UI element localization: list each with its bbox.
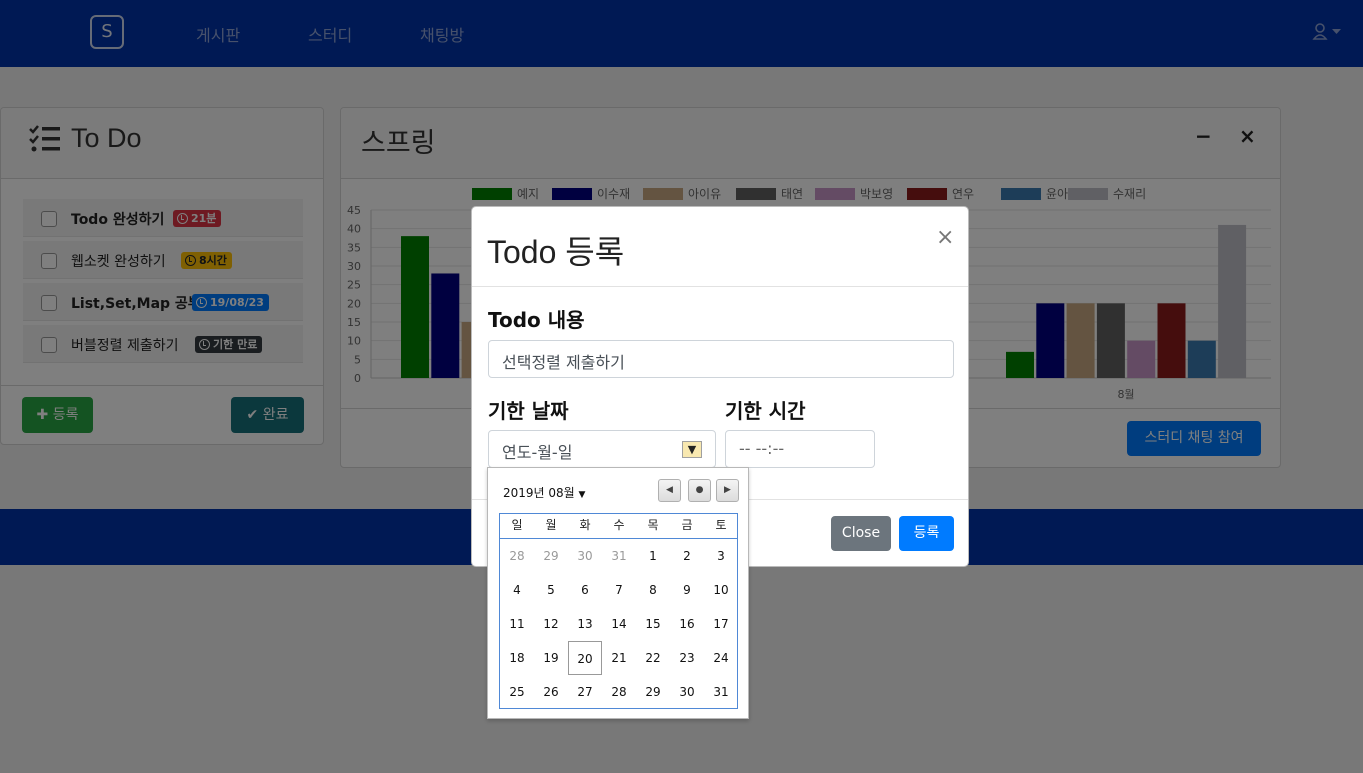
calendar-day[interactable]: 19 [534,641,568,675]
calendar-day[interactable]: 8 [636,573,670,607]
due-date-input[interactable]: 연도-월-일 ▼ [488,430,716,468]
calendar-weekday: 수 [613,518,625,532]
calendar-weekday: 토 [715,518,727,532]
calendar-weekday: 금 [681,518,693,532]
calendar-day[interactable]: 2 [670,539,704,573]
today-button[interactable]: ● [688,479,711,502]
calendar-day[interactable]: 7 [602,573,636,607]
date-dropdown-icon[interactable]: ▼ [682,441,702,458]
calendar-weekday: 월 [545,518,557,532]
due-time-label: 기한 시간 [725,399,806,423]
calendar-day[interactable]: 5 [534,573,568,607]
calendar-day[interactable]: 1 [636,539,670,573]
calendar-day[interactable]: 31 [704,675,738,709]
todo-content-input[interactable]: 선택정렬 제출하기 [488,340,954,378]
calendar-day[interactable]: 29 [636,675,670,709]
modal-submit-button[interactable]: 등록 [899,516,954,551]
calendar-day[interactable]: 29 [534,539,568,573]
calendar-day[interactable]: 25 [500,675,534,709]
calendar-day[interactable]: 28 [500,539,534,573]
calendar-day[interactable]: 10 [704,573,738,607]
calendar-day[interactable]: 12 [534,607,568,641]
calendar-day[interactable]: 30 [670,675,704,709]
calendar-day[interactable]: 30 [568,539,602,573]
calendar-day[interactable]: 31 [602,539,636,573]
modal-header: Todo 등록 × [472,207,968,287]
modal-close-icon[interactable]: × [936,225,954,250]
todo-content-label: Todo 내용 [488,308,585,332]
calendar-day[interactable]: 18 [500,641,534,675]
calendar-day[interactable]: 13 [568,607,602,641]
calendar-weekday: 일 [511,518,523,532]
calendar-day[interactable]: 22 [636,641,670,675]
due-date-label: 기한 날짜 [488,399,569,423]
calendar-day[interactable]: 3 [704,539,738,573]
caret-down-icon: ▼ [578,490,586,500]
calendar-day[interactable]: 24 [704,641,738,675]
prev-month-button[interactable]: ◀ [658,479,681,502]
calendar-day[interactable]: 14 [602,607,636,641]
calendar-day[interactable]: 20 [568,641,602,675]
calendar-day[interactable]: 6 [568,573,602,607]
calendar-day[interactable]: 4 [500,573,534,607]
calendar-weekday: 화 [579,518,591,532]
calendar-month-select[interactable]: 2019년 08월 ▼ [503,484,585,501]
date-picker-calendar: 2019년 08월 ▼ ◀ ● ▶ 일 월 화 수 목 금 토 28 29 30 31 1 2 3 4 5 6 7… [487,467,749,719]
calendar-day[interactable]: 21 [602,641,636,675]
due-time-input[interactable]: -- --:-- [725,430,875,468]
calendar-weekday: 목 [647,518,659,532]
calendar-day[interactable]: 17 [704,607,738,641]
calendar-day[interactable]: 23 [670,641,704,675]
calendar-day[interactable]: 28 [602,675,636,709]
calendar-day[interactable]: 15 [636,607,670,641]
calendar-day[interactable]: 9 [670,573,704,607]
calendar-day[interactable]: 26 [534,675,568,709]
calendar-grid: 일 월 화 수 목 금 토 28 29 30 31 1 2 3 4 5 6 7 8 9 10 11 12 13 14 15 16 17… [499,513,738,709]
next-month-button[interactable]: ▶ [716,479,739,502]
calendar-day[interactable]: 16 [670,607,704,641]
calendar-day[interactable]: 11 [500,607,534,641]
calendar-day[interactable]: 27 [568,675,602,709]
modal-close-button[interactable]: Close [831,516,891,551]
modal-title: Todo 등록 [487,234,625,270]
